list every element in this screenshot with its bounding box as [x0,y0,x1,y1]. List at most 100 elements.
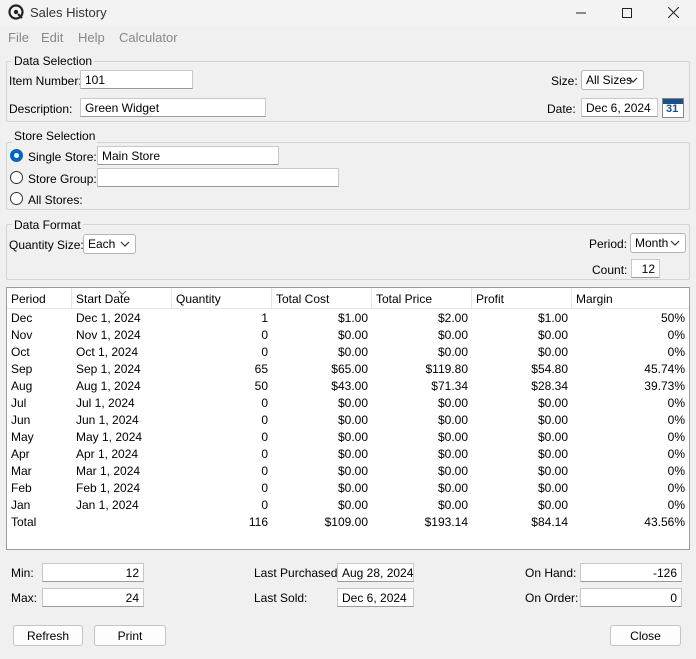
close-button[interactable]: Close [610,625,681,646]
column-header-quantity[interactable]: Quantity [172,288,272,309]
minimize-button[interactable] [558,0,604,26]
cell-profit: $0.00 [537,328,568,342]
store-group-label: Store Group: [28,172,97,186]
last-sold-label: Last Sold: [254,591,308,605]
cell-profit: $0.00 [537,396,568,410]
size-value: All Sizes [586,73,633,87]
table-row[interactable]: Dec Dec 1, 2024 1 $1.00 $2.00 $1.00 50% [7,310,689,327]
cell-total-cost: $0.00 [337,447,368,461]
max-field[interactable]: 24 [42,588,144,607]
on-order-field[interactable]: 0 [580,588,682,607]
period-select[interactable]: Month [630,233,686,253]
cell-quantity: 50 [254,379,268,393]
cell-total-cost: $1.00 [337,311,368,325]
date-field[interactable]: Dec 6, 2024 [581,98,658,117]
close-window-button[interactable] [650,0,696,26]
table-row[interactable]: Nov Nov 1, 2024 0 $0.00 $0.00 $0.00 0% [7,327,689,344]
count-field[interactable]: 12 [631,259,660,278]
menu-help[interactable]: Help [78,30,105,45]
cell-quantity: 0 [261,464,268,478]
quantity-size-select[interactable]: Each [83,234,136,254]
maximize-icon [622,5,632,21]
single-store-radio[interactable] [10,149,23,162]
on-hand-field[interactable]: -126 [580,563,682,582]
cell-margin: 0% [667,396,685,410]
cell-profit: $1.00 [537,311,568,325]
table-row[interactable]: Mar Mar 1, 2024 0 $0.00 $0.00 $0.00 0% [7,463,689,480]
cell-total-price: $0.00 [437,413,468,427]
column-header-total-price[interactable]: Total Price [372,288,472,309]
cell-total-cost: $0.00 [337,328,368,342]
data-selection-title: Data Selection [12,54,95,68]
last-purchased-field[interactable]: Aug 28, 2024 [337,563,414,582]
single-store-field[interactable]: Main Store [97,146,279,165]
table-row[interactable]: Aug Aug 1, 2024 50 $43.00 $71.34 $28.34 39.73% [7,378,689,395]
cell-start-date: Jun 1, 2024 [76,413,139,427]
cell-total-cost: $0.00 [337,413,368,427]
cell-total-price: $0.00 [437,447,468,461]
app-logo-icon [8,4,24,20]
table-row[interactable]: Feb Feb 1, 2024 0 $0.00 $0.00 $0.00 0% [7,480,689,497]
cell-profit: $54.80 [531,362,568,376]
cell-quantity: 65 [254,362,268,376]
store-selection-title: Store Selection [12,129,98,143]
maximize-button[interactable] [604,0,650,26]
description-field[interactable]: Green Widget [80,98,266,117]
table-row[interactable]: May May 1, 2024 0 $0.00 $0.00 $0.00 0% [7,429,689,446]
table-total-row[interactable]: Total 116 $109.00 $193.14 $84.14 43.56% [7,514,689,531]
cell-start-date: Jul 1, 2024 [76,396,135,410]
all-stores-radio[interactable] [10,192,23,205]
cell-total-price: $2.00 [437,311,468,325]
cell-quantity: 0 [261,413,268,427]
cell-margin: 39.73% [644,379,685,393]
calendar-button[interactable]: 31 [662,98,684,118]
count-label: Count: [592,263,628,277]
table-row[interactable]: Apr Apr 1, 2024 0 $0.00 $0.00 $0.00 0% [7,446,689,463]
cell-total-cost: $109.00 [324,515,368,529]
column-header-profit[interactable]: Profit [472,288,572,309]
column-header-start-date[interactable]: Start Date [72,288,172,309]
sales-table[interactable]: Period Start Date Quantity Total Cost To… [6,287,690,550]
column-header-period[interactable]: Period [7,288,72,309]
print-button[interactable]: Print [94,625,166,646]
cell-quantity: 0 [261,396,268,410]
last-sold-field[interactable]: Dec 6, 2024 [337,588,414,607]
cell-margin: 0% [667,345,685,359]
cell-profit: $84.14 [531,515,568,529]
cell-period: Mar [11,464,32,478]
store-group-field[interactable] [97,168,339,187]
cell-margin: 50% [660,311,685,325]
period-value: Month [635,236,669,250]
menu-edit[interactable]: Edit [41,30,63,45]
table-row[interactable]: Oct Oct 1, 2024 0 $0.00 $0.00 $0.00 0% [7,344,689,361]
cell-start-date: Oct 1, 2024 [76,345,139,359]
cell-profit: $0.00 [537,413,568,427]
cell-profit: $0.00 [537,464,568,478]
column-header-margin[interactable]: Margin [572,288,689,309]
cell-total-cost: $0.00 [337,345,368,359]
item-number-field[interactable]: 101 [80,70,193,89]
menu-calculator[interactable]: Calculator [119,30,178,45]
quantity-size-value: Each [88,237,116,251]
cell-period: Nov [11,328,33,342]
table-row[interactable]: Jul Jul 1, 2024 0 $0.00 $0.00 $0.00 0% [7,395,689,412]
table-row[interactable]: Jun Jun 1, 2024 0 $0.00 $0.00 $0.00 0% [7,412,689,429]
min-field[interactable]: 12 [42,563,144,582]
cell-period: Sep [11,362,33,376]
cell-profit: $0.00 [537,481,568,495]
size-select[interactable]: All Sizes [581,70,644,90]
cell-quantity: 0 [261,430,268,444]
store-group-radio[interactable] [10,171,23,184]
menu-file[interactable]: File [8,30,29,45]
chevron-down-icon [628,74,638,88]
table-row[interactable]: Sep Sep 1, 2024 65 $65.00 $119.80 $54.80 45.74… [7,361,689,378]
table-row[interactable]: Jan Jan 1, 2024 0 $0.00 $0.00 $0.00 0% [7,497,689,514]
cell-margin: 45.74% [644,362,685,376]
column-header-total-cost[interactable]: Total Cost [272,288,372,309]
cell-period: May [11,430,34,444]
close-icon [667,5,679,21]
cell-quantity: 0 [261,498,268,512]
refresh-button[interactable]: Refresh [13,625,83,646]
item-number-label: Item Number: [9,74,82,88]
all-stores-label: All Stores: [28,193,83,207]
